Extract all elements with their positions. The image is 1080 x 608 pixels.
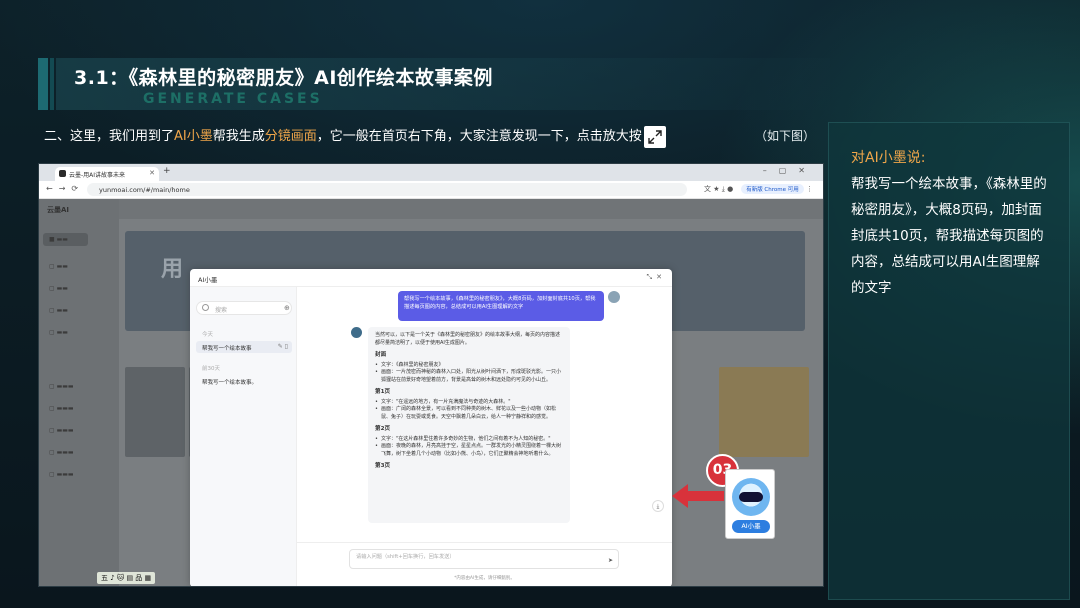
chat-input[interactable]: 请输入问题（shift+回车换行，回车发送） ➤: [349, 549, 619, 569]
browser-tab-title: 云墨-用AI讲故事未来: [69, 172, 126, 179]
address-bar: ←→⟳ yunmoai.com/#/main/home 文 ★ ⤓ ● 有新版 C…: [39, 181, 823, 199]
bot-avatar: [351, 327, 362, 338]
edit-delete-icons[interactable]: ✎ ▯: [278, 343, 288, 350]
prompt-panel-body: 帮我写一个绘本故事，《森林里的秘密朋友》，大概8页码，加封面封底共10页，帮我描…: [851, 176, 1047, 296]
history-search-input[interactable]: 搜索: [196, 301, 292, 315]
gallery-image[interactable]: [125, 367, 185, 457]
ai-disclaimer: *内容由AI生成，请仔细甄别。: [454, 576, 515, 581]
browser-toolbar-right: 文 ★ ⤓ ● 有新版 Chrome 可用 ⋮: [704, 184, 813, 194]
ai-chat-modal: AI小墨 ⤡✕ 搜索 ⊕ 今天 帮我写一个绘本故事 ✎ ▯ 前30天 帮我写一个…: [190, 269, 672, 586]
url-text: yunmoai.com/#/main/home: [99, 186, 190, 194]
bot-message: 当然可以，以下是一个关于《森林里的秘密朋友》的绘本故事大纲，每页的内容描述都尽量…: [368, 327, 570, 523]
collapse-icon[interactable]: ⤡: [647, 273, 657, 281]
section-heading: 第1页: [375, 389, 391, 395]
gallery-image[interactable]: [719, 367, 809, 457]
app-window: 云墨AI ■ ▬▬ ▢ ▬▬ ▢ ▬▬ ▢ ▬▬ ▢ ▬▬ ▢ ▬▬▬ ▢ ▬▬…: [39, 199, 823, 586]
instruction-text: 二、这里，我们用到了AI小墨帮我生成分镜画面，它一般在首页右下角，大家注意发现一…: [44, 125, 824, 149]
history-group-label: 前30天: [202, 366, 220, 372]
bot-intro: 当然可以，以下是一个关于《森林里的秘密朋友》的绘本故事大纲，每页的内容描述都尽量…: [375, 332, 561, 346]
sidebar-item-9[interactable]: ▢ ▬▬▬: [49, 449, 74, 456]
taskbar: 五 ♪ 🐱 ▤ 品 ▦: [97, 572, 156, 584]
ai-assistant-widget[interactable]: AI小墨: [725, 469, 775, 539]
section-line: 画面：夜晚的森林，月亮高挂于空，星星点点。一群发光的小精灵围绕着一棵大树飞舞，树…: [375, 443, 563, 458]
user-avatar: [608, 291, 620, 303]
banner-text: 用: [161, 257, 184, 282]
sidebar-item-7[interactable]: ▢ ▬▬▬: [49, 405, 74, 412]
browser-tab-strip: 云墨-用AI讲故事未来 ✕ + –▢✕: [39, 164, 823, 181]
sidebar-item-2[interactable]: ▢ ▬▬: [49, 263, 68, 270]
title-band: 3.1：《森林里的秘密朋友》AI创作绘本故事案例 GENERATE CASES: [38, 58, 830, 110]
scroll-down-icon[interactable]: ⤓: [652, 500, 664, 512]
robot-eyes: [739, 492, 763, 502]
instruction-highlight-storyboard: 分镜画面: [264, 129, 317, 144]
history-item-label: 帮我写一个绘本故事: [202, 346, 252, 352]
sidebar-item-4[interactable]: ▢ ▬▬: [49, 307, 68, 314]
send-icon[interactable]: ➤: [608, 557, 613, 564]
chat-input-placeholder: 请输入问题（shift+回车换行，回车发送）: [356, 554, 455, 560]
sidebar-item-5[interactable]: ▢ ▬▬: [49, 329, 68, 336]
search-icon: [202, 304, 209, 311]
sidebar-item-3[interactable]: ▢ ▬▬: [49, 285, 68, 292]
instruction-part-3: ，它一般在首页右下角，大家注意发现一下，点击放大按: [316, 129, 642, 144]
search-placeholder: 搜索: [215, 307, 228, 314]
history-item-label: 帮我写一个绘本故事。: [202, 380, 258, 386]
instruction-highlight-ai: AI小墨: [174, 129, 213, 144]
ai-widget-label: AI小墨: [732, 520, 770, 533]
menu-icon[interactable]: ⋮: [806, 185, 813, 193]
translate-icon[interactable]: 文: [704, 185, 711, 193]
section-line: 画面：一片茂密而神秘的森林入口处，阳光从树叶间洒下，形成斑驳光影。一只小狐狸站在…: [375, 369, 563, 384]
browser-tab[interactable]: 云墨-用AI讲故事未来 ✕: [55, 167, 159, 181]
sidebar-item-6[interactable]: ▢ ▬▬▬: [49, 383, 74, 390]
section-heading: 第2页: [375, 426, 391, 432]
section-line: 文字：《森林里的秘密朋友》: [375, 362, 563, 370]
history-group-label: 今天: [202, 332, 214, 338]
site-favicon-icon: [59, 170, 66, 177]
chat-history-panel: 搜索 ⊕ 今天 帮我写一个绘本故事 ✎ ▯ 前30天 帮我写一个绘本故事。: [190, 287, 297, 586]
close-icon[interactable]: ✕: [656, 273, 666, 281]
title-accent-secondary: [50, 58, 54, 110]
user-message: 帮我写一个绘本故事，《森林里的秘密朋友》，大概8页码，加封面封底共10页，帮我描…: [398, 291, 604, 321]
browser-screenshot: 云墨-用AI讲故事未来 ✕ + –▢✕ ←→⟳ yunmoai.com/#/ma…: [38, 163, 824, 587]
nav-buttons[interactable]: ←→⟳: [46, 184, 84, 193]
new-chat-icon[interactable]: ⊕: [284, 304, 290, 312]
instruction-part-1: 二、这里，我们用到了: [44, 129, 175, 144]
profile-icon[interactable]: ●: [727, 185, 733, 193]
history-item[interactable]: 帮我写一个绘本故事 ✎ ▯: [196, 341, 292, 353]
modal-controls: ⤡✕: [647, 273, 666, 282]
modal-title: AI小墨: [198, 276, 218, 284]
instruction-part-2: 帮我生成: [212, 129, 265, 144]
modal-header: AI小墨 ⤡✕: [190, 269, 672, 287]
app-logo: 云墨AI: [47, 206, 70, 214]
new-tab-icon[interactable]: +: [163, 166, 171, 176]
close-icon[interactable]: ✕: [149, 169, 155, 177]
window-controls[interactable]: –▢✕: [763, 166, 817, 175]
sidebar-item-8[interactable]: ▢ ▬▬▬: [49, 427, 74, 434]
prompt-panel: 对AI小墨说: 帮我写一个绘本故事，《森林里的秘密朋友》，大概8页码，加封面封底…: [828, 122, 1070, 600]
section-line: 文字："在这片森林里住着许多奇妙的生物，他们之间有着不为人知的秘密。": [375, 436, 563, 444]
section-heading: 封面: [375, 352, 387, 358]
expand-icon: [643, 125, 666, 148]
prompt-panel-title: 对AI小墨说:: [851, 150, 926, 166]
slide-title: 3.1：《森林里的秘密朋友》AI创作绘本故事案例: [74, 67, 493, 89]
title-accent: [38, 58, 48, 110]
section-heading: 第3页: [375, 463, 391, 469]
slide-subtitle: GENERATE CASES: [143, 91, 323, 107]
star-icon[interactable]: ★: [713, 185, 719, 193]
sidebar-item-10[interactable]: ▢ ▬▬▬: [49, 471, 74, 478]
download-icon[interactable]: ⤓: [722, 185, 725, 193]
section-line: 画面：广阔的森林全景，可以看到不同种类的树木、鲜花以及一些小动物（如松鼠、兔子）…: [375, 406, 563, 421]
sidebar-item-home[interactable]: ■ ▬▬: [43, 233, 88, 246]
url-input[interactable]: yunmoai.com/#/main/home: [87, 183, 687, 196]
chrome-update-button[interactable]: 有新版 Chrome 可用: [741, 184, 804, 194]
app-sidebar: 云墨AI ■ ▬▬ ▢ ▬▬ ▢ ▬▬ ▢ ▬▬ ▢ ▬▬ ▢ ▬▬▬ ▢ ▬▬…: [39, 199, 119, 586]
chat-input-area: 请输入问题（shift+回车换行，回车发送） ➤ *内容由AI生成，请仔细甄别。: [297, 542, 672, 586]
see-figure-note: （如下图）: [755, 129, 816, 143]
app-header: [119, 199, 823, 219]
history-item[interactable]: 帮我写一个绘本故事。: [196, 375, 292, 387]
section-line: 文字："在遥远的地方，有一片充满魔法与奇迹的大森林。": [375, 399, 563, 407]
